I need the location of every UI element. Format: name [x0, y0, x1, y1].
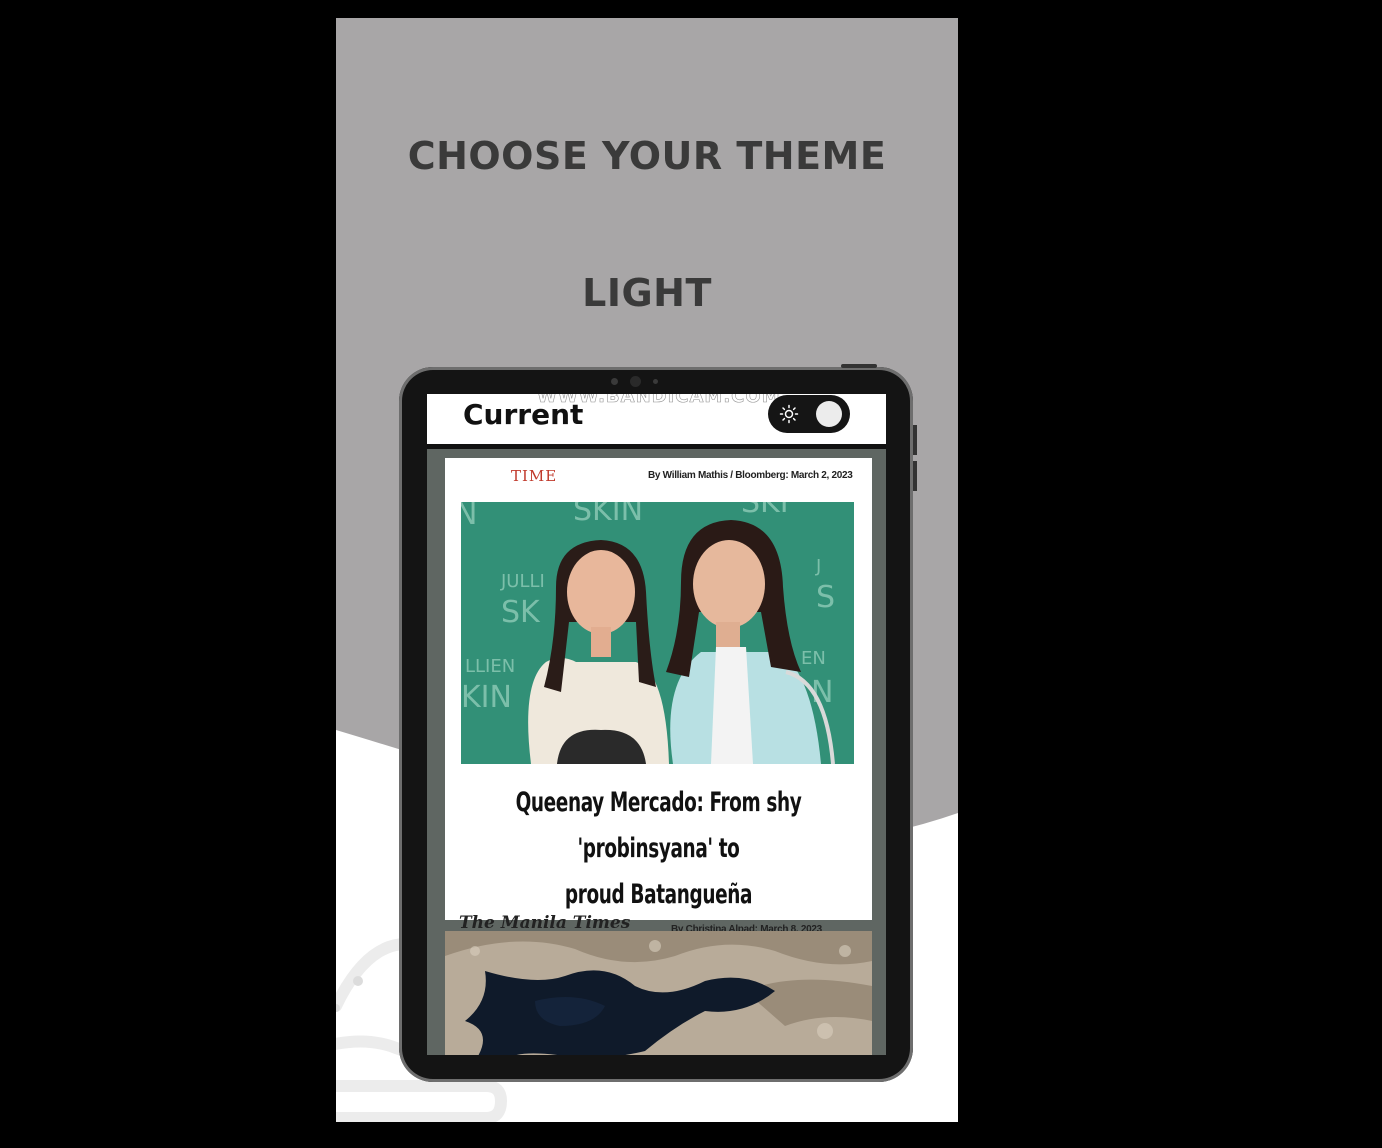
- svg-text:J: J: [815, 556, 821, 577]
- svg-text:JULLI: JULLI: [500, 571, 545, 592]
- promo-slide: CHOOSE YOUR THEME LIGHT Current WWW.BAND…: [336, 18, 958, 1122]
- article-headline[interactable]: Queenay Mercado: From shy 'probinsyana' …: [504, 780, 813, 918]
- article-headline-line: proud Batangueña: [564, 879, 753, 910]
- recording-watermark: WWW.BANDICAM.COM: [537, 394, 781, 407]
- svg-text:LLIEN: LLIEN: [465, 656, 515, 677]
- promo-subtitle: LIGHT: [582, 271, 712, 315]
- toggle-knob[interactable]: [816, 401, 842, 427]
- tablet-mockup: Current WWW.BANDICAM.COM TIME By William…: [399, 364, 917, 1082]
- sun-icon: [779, 404, 799, 424]
- article-source-row: TIME By William Mathis / Bloomberg: Marc…: [445, 458, 872, 492]
- sensor-dot: [653, 379, 658, 384]
- svg-text:KIN: KIN: [461, 680, 512, 715]
- promo-title: CHOOSE YOUR THEME: [407, 134, 887, 178]
- svg-text:SKI: SKI: [741, 502, 789, 520]
- article-card[interactable]: TIME By William Mathis / Bloomberg: Marc…: [445, 458, 872, 935]
- camera-icon: [630, 376, 641, 387]
- svg-text:EN: EN: [801, 648, 826, 669]
- svg-text:SK: SK: [501, 595, 541, 630]
- theme-toggle[interactable]: [768, 395, 850, 433]
- svg-text:S: S: [816, 580, 835, 615]
- source-logo: TIME: [511, 467, 558, 485]
- tablet-volume-down: [913, 461, 917, 491]
- tablet-top-button: [841, 364, 877, 368]
- article-byline: By William Mathis / Bloomberg: March 2, …: [648, 470, 853, 481]
- tablet-volume-up: [913, 425, 917, 455]
- article-card[interactable]: [445, 931, 872, 1055]
- svg-text:N: N: [461, 502, 477, 532]
- article-headline-line: Queenay Mercado: From shy 'probinsyana' …: [515, 787, 802, 864]
- app-screen: Current WWW.BANDICAM.COM TIME By William…: [427, 394, 886, 1055]
- article-photo[interactable]: [445, 931, 872, 1055]
- app-header: Current WWW.BANDICAM.COM: [427, 394, 886, 449]
- article-photo[interactable]: N SKIN SKI JULLI SK LLIEN KIN J S EN N: [461, 502, 854, 764]
- sensor-dot: [611, 378, 618, 385]
- source-logo: The Manila Times: [459, 913, 631, 933]
- svg-text:SKIN: SKIN: [573, 502, 643, 528]
